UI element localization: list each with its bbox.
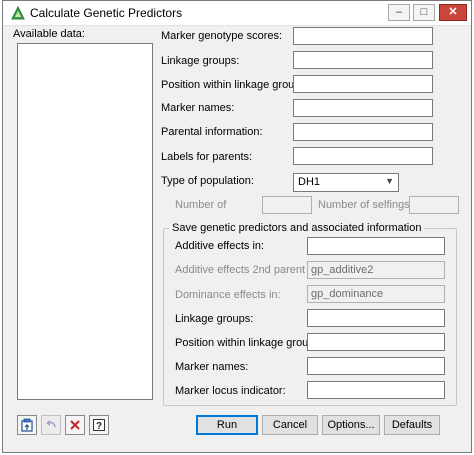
number-of-label: Number of: [175, 199, 227, 211]
number-of-selfings-input[interactable]: [409, 196, 459, 214]
clear-button[interactable]: [65, 415, 85, 435]
defaults-button[interactable]: Defaults: [384, 415, 440, 435]
available-data-label: Available data:: [13, 28, 85, 40]
additive-effects-2nd-parent-input[interactable]: gp_additive2: [307, 261, 445, 279]
additive-effects-label: Additive effects in:: [175, 240, 265, 252]
save-position-within-linkage-group-input[interactable]: [307, 333, 445, 351]
save-position-within-linkage-group-label: Position within linkage group:: [175, 337, 318, 349]
help-button[interactable]: ?: [89, 415, 109, 435]
linkage-groups-input[interactable]: [293, 51, 433, 69]
number-of-input[interactable]: [262, 196, 312, 214]
position-within-linkage-group-label: Position within linkage group:: [161, 79, 304, 91]
dialog-window: Calculate Genetic Predictors – □ ✕ Avail…: [2, 0, 472, 453]
undo-icon: [46, 420, 56, 428]
dominance-effects-label: Dominance effects in:: [175, 289, 281, 301]
copy-to-clipboard-icon: [21, 418, 33, 432]
save-linkage-groups-input[interactable]: [307, 309, 445, 327]
additive-effects-2nd-parent-label: Additive effects 2nd parent in:: [175, 264, 320, 276]
marker-names-input[interactable]: [293, 99, 433, 117]
marker-genotype-scores-label: Marker genotype scores:: [161, 30, 283, 42]
run-button[interactable]: Run: [196, 415, 258, 435]
save-predictors-group-title: Save genetic predictors and associated i…: [169, 222, 425, 234]
clear-icon: [70, 420, 80, 430]
title-bar[interactable]: Calculate Genetic Predictors – □ ✕: [3, 1, 471, 26]
close-icon: ✕: [448, 6, 458, 18]
undo-button[interactable]: [41, 415, 61, 435]
parental-information-input[interactable]: [293, 123, 433, 141]
save-linkage-groups-label: Linkage groups:: [175, 313, 254, 325]
save-marker-names-input[interactable]: [307, 357, 445, 375]
type-of-population-select[interactable]: DH1 ▼: [293, 173, 399, 192]
svg-text:?: ?: [96, 421, 102, 432]
linkage-groups-label: Linkage groups:: [161, 55, 240, 67]
close-button[interactable]: ✕: [439, 4, 467, 21]
window-title: Calculate Genetic Predictors: [30, 6, 183, 20]
copy-to-clipboard-button[interactable]: [17, 415, 37, 435]
maximize-button[interactable]: □: [413, 4, 435, 21]
available-data-list[interactable]: [17, 43, 153, 400]
cancel-button[interactable]: Cancel: [262, 415, 318, 435]
dominance-effects-input[interactable]: gp_dominance: [307, 285, 445, 303]
maximize-icon: □: [420, 6, 428, 18]
type-of-population-value: DH1: [298, 176, 321, 188]
marker-names-label: Marker names:: [161, 102, 235, 114]
labels-for-parents-input[interactable]: [293, 147, 433, 165]
marker-genotype-scores-input[interactable]: [293, 27, 433, 45]
chevron-down-icon: ▼: [385, 176, 394, 186]
options-button[interactable]: Options...: [322, 415, 380, 435]
parental-information-label: Parental information:: [161, 126, 263, 138]
genstat-app-icon: [11, 6, 25, 20]
labels-for-parents-label: Labels for parents:: [161, 151, 253, 163]
additive-effects-input[interactable]: [307, 237, 445, 255]
minimize-icon: –: [395, 6, 403, 18]
position-within-linkage-group-input[interactable]: [293, 75, 433, 93]
save-marker-names-label: Marker names:: [175, 361, 249, 373]
number-of-selfings-label: Number of selfings:: [318, 199, 413, 211]
minimize-button[interactable]: –: [388, 4, 410, 21]
type-of-population-label: Type of population:: [161, 175, 254, 187]
marker-locus-indicator-label: Marker locus indicator:: [175, 385, 286, 397]
marker-locus-indicator-input[interactable]: [307, 381, 445, 399]
help-icon: ?: [93, 419, 105, 432]
